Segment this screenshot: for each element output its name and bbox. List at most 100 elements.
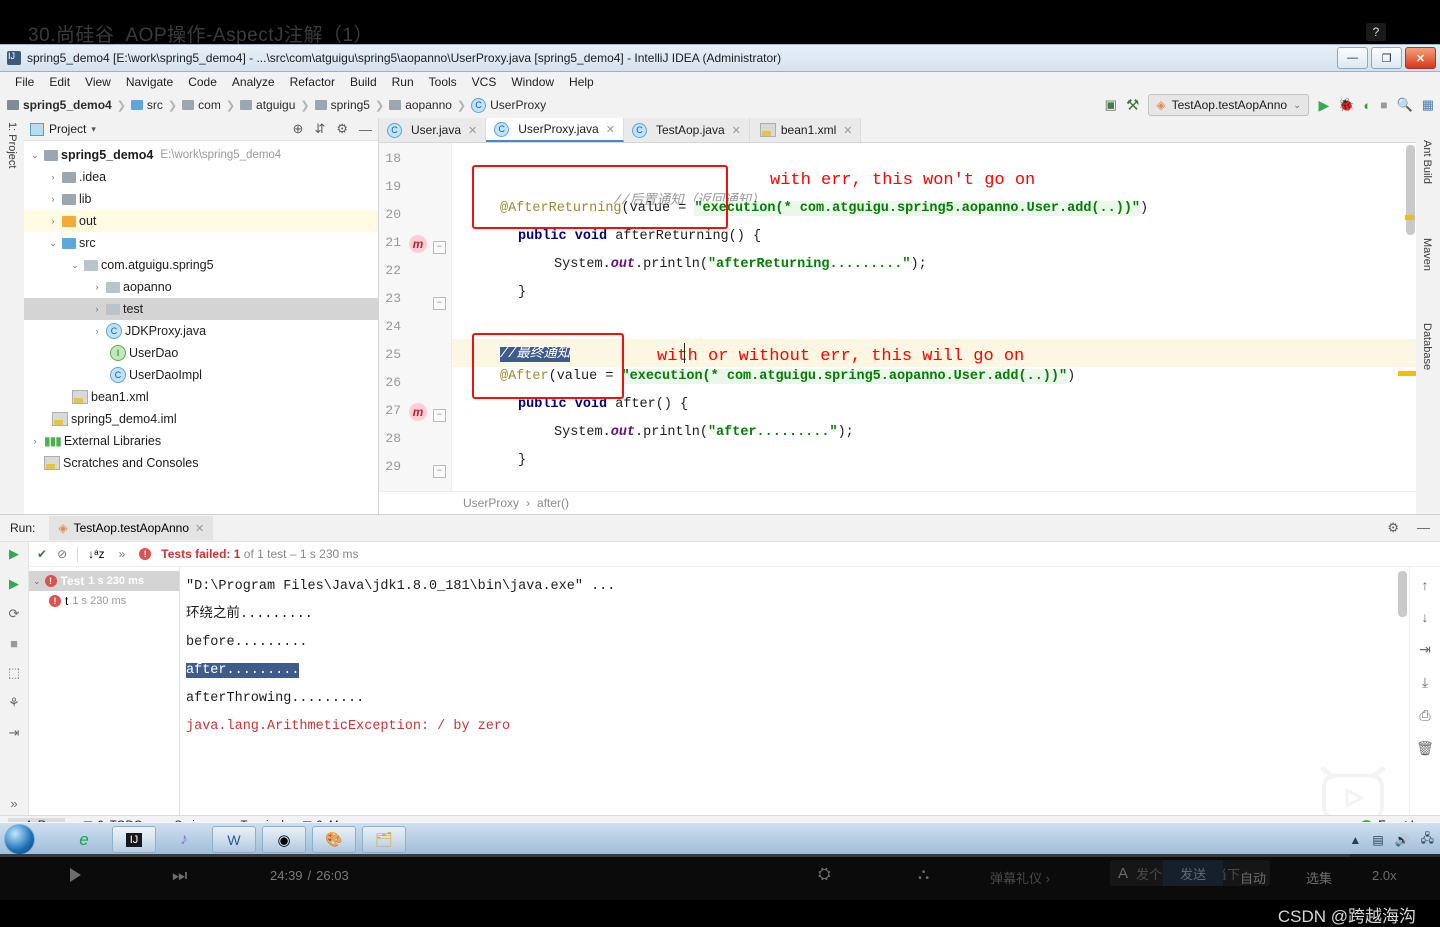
menu-window[interactable]: Window — [504, 73, 561, 91]
menu-build[interactable]: Build — [343, 73, 384, 91]
debug-button[interactable]: 🐞 — [1338, 97, 1354, 113]
close-icon[interactable]: ✕ — [195, 522, 204, 535]
run-button[interactable]: ▶ — [1318, 97, 1329, 114]
sidebar-item-maven[interactable]: Maven — [1421, 238, 1433, 271]
tab-user-java[interactable]: C User.java ✕ — [379, 118, 487, 142]
search-icon[interactable]: 🔍 — [1397, 97, 1413, 113]
nav-crumb-aopanno[interactable]: aopanno — [405, 98, 452, 112]
video-play-button[interactable] — [70, 868, 81, 882]
method-marker-icon[interactable]: m — [409, 235, 427, 253]
chevron-right-icon[interactable]: › — [90, 282, 104, 292]
menu-code[interactable]: Code — [181, 73, 224, 91]
stop-icon[interactable]: ■ — [10, 636, 18, 651]
font-style-icon[interactable]: A — [1118, 865, 1128, 882]
sidebar-item-database[interactable]: Database — [1421, 323, 1433, 370]
nav-crumb-src[interactable]: src — [147, 98, 163, 112]
tree-item-userdaoimpl[interactable]: C UserDaoImpl — [24, 364, 378, 386]
dump-threads-icon[interactable]: ⚘ — [8, 695, 20, 711]
editor-gutter[interactable]: 18 19 20 21 22 23 24 25 26 27 28 29 m m — [379, 143, 452, 491]
chevron-right-icon[interactable]: › — [46, 172, 60, 182]
menu-vcs[interactable]: VCS — [465, 73, 504, 91]
tree-item-userdao[interactable]: I UserDao — [24, 342, 378, 364]
video-progress-track[interactable] — [0, 854, 1440, 857]
breadcrumb-method[interactable]: after() — [537, 496, 569, 510]
tree-item-com-atguigu-spring5[interactable]: ⌄ com.atguigu.spring5 — [24, 254, 378, 276]
tree-item-aopanno[interactable]: › aopanno — [24, 276, 378, 298]
toggle-auto-test-icon[interactable]: ⟳ — [9, 606, 20, 622]
tree-item-spring5-demo4[interactable]: ⌄ spring5_demo4 E:\work\spring5_demo4 — [24, 144, 378, 166]
chevron-right-icon[interactable]: › — [46, 216, 60, 226]
danmaku-block-icon[interactable]: ⛭ — [818, 866, 831, 884]
tab-testaop-java[interactable]: C TestAop.java ✕ — [623, 118, 750, 142]
chevron-down-icon[interactable]: ⌄ — [33, 576, 41, 587]
more-icon[interactable]: » — [119, 547, 126, 561]
close-icon[interactable]: ✕ — [732, 124, 741, 137]
breadcrumb-class[interactable]: UserProxy — [463, 496, 519, 510]
menu-refactor[interactable]: Refactor — [283, 73, 342, 91]
nav-crumb-spring5[interactable]: spring5 — [331, 98, 370, 112]
tree-item-out[interactable]: › out — [24, 210, 378, 232]
chevron-down-icon[interactable]: ⌄ — [28, 150, 42, 161]
gear-icon[interactable]: ⚙ — [336, 121, 348, 137]
up-arrow-icon[interactable]: ↑ — [1422, 577, 1429, 593]
taskbar-app-button[interactable]: ♪ — [162, 826, 206, 853]
test-tree-item-root[interactable]: ⌄ ! Test 1 s 230 ms — [29, 571, 179, 591]
hide-panel-icon[interactable]: — — [359, 122, 372, 137]
down-arrow-icon[interactable]: ↓ — [1422, 609, 1429, 625]
menu-navigate[interactable]: Navigate — [119, 73, 180, 91]
code-text[interactable]: //后置通知（返回通知） @AfterReturning(value = "ex… — [452, 143, 1416, 491]
tree-item-test[interactable]: › test — [24, 298, 378, 320]
console-icon[interactable]: ⇥ — [9, 725, 20, 741]
more-icon[interactable]: » — [10, 796, 17, 815]
video-speed-button[interactable]: 2.0x — [1372, 868, 1397, 883]
tree-item-scratches[interactable]: Scratches and Consoles — [24, 452, 378, 474]
menu-edit[interactable]: Edit — [42, 73, 77, 91]
open-console-icon[interactable]: ▣ — [1105, 97, 1117, 113]
maximize-button[interactable]: ❐ — [1371, 47, 1402, 69]
tree-item-external-libraries[interactable]: › ▮▮▮ External Libraries — [24, 430, 378, 452]
hide-ignored-icon[interactable]: ⊘ — [57, 547, 67, 561]
chevron-down-icon[interactable]: ▾ — [91, 124, 96, 135]
taskbar-intellij-button[interactable]: IJ — [112, 826, 156, 853]
tree-item-idea[interactable]: › .idea — [24, 166, 378, 188]
show-hidden-icons-icon[interactable]: ▲ — [1349, 833, 1361, 847]
action-center-icon[interactable]: ▤ — [1372, 833, 1383, 847]
sort-alphabetically-icon[interactable]: ↓ᵃz — [88, 547, 104, 561]
tab-bean1-xml[interactable]: bean1.xml ✕ — [749, 118, 862, 142]
close-icon[interactable]: ✕ — [468, 124, 477, 137]
close-icon[interactable]: ✕ — [606, 123, 615, 136]
menu-run[interactable]: Run — [385, 73, 421, 91]
danmaku-send-button[interactable]: 发送 — [1163, 860, 1223, 886]
print-icon[interactable]: ⎙ — [1419, 707, 1430, 724]
sidebar-item-project[interactable]: 1: Project — [6, 122, 18, 168]
hide-panel-icon[interactable]: — — [1417, 520, 1430, 536]
run-configuration-selector[interactable]: ◈ TestAop.testAopAnno ⌄ — [1148, 94, 1310, 116]
run-coverage-button[interactable]: ◐ — [1363, 98, 1371, 113]
locate-file-icon[interactable]: ⊕ — [293, 121, 304, 137]
menu-analyze[interactable]: Analyze — [225, 73, 282, 91]
rerun-failed-icon[interactable]: ▶ — [9, 576, 19, 592]
fold-icon[interactable]: − — [433, 241, 446, 254]
danmaku-etiquette-link[interactable]: 弹幕礼仪 › — [990, 868, 1050, 887]
run-tab[interactable]: ◈ TestAop.testAopAnno ✕ — [49, 516, 214, 540]
export-icon[interactable]: ⬚ — [8, 665, 20, 681]
taskbar-folder-button[interactable]: 🗂 — [362, 826, 406, 853]
menu-file[interactable]: File — [8, 73, 41, 91]
menu-tools[interactable]: Tools — [422, 73, 464, 91]
collapse-all-icon[interactable]: ⇵ — [314, 121, 325, 137]
video-episodes-button[interactable]: 选集 — [1306, 868, 1332, 887]
nav-crumb-atguigu[interactable]: atguigu — [256, 98, 295, 112]
chevron-right-icon[interactable]: › — [46, 194, 60, 204]
close-button[interactable]: ✕ — [1405, 47, 1436, 69]
project-structure-icon[interactable]: ▦ — [1422, 97, 1434, 113]
chevron-right-icon[interactable]: › — [90, 304, 104, 314]
taskbar-ie-button[interactable]: e — [62, 826, 106, 853]
method-marker-icon[interactable]: m — [409, 403, 427, 421]
nav-crumb-project[interactable]: spring5_demo4 — [23, 98, 112, 112]
tree-item-src[interactable]: ⌄ src — [24, 232, 378, 254]
start-button[interactable] — [4, 824, 35, 855]
menu-view[interactable]: View — [78, 73, 118, 91]
fold-icon[interactable]: − — [433, 465, 446, 478]
wrap-text-icon[interactable]: ⇥ — [1419, 641, 1431, 658]
volume-icon[interactable]: 🔊 — [1395, 833, 1410, 847]
